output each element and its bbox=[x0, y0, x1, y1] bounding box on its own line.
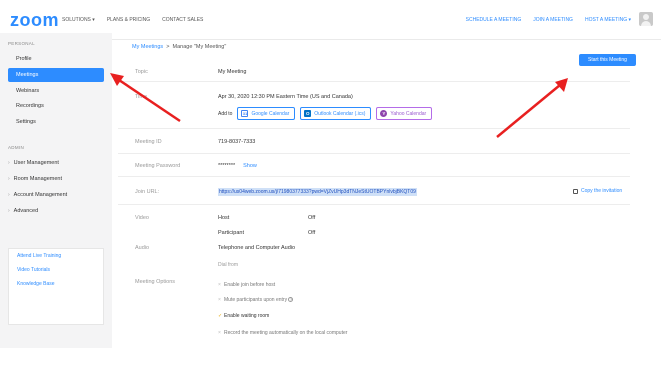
video-participant-value: Off bbox=[308, 230, 316, 236]
nav-contact-sales[interactable]: CONTACT SALES bbox=[162, 17, 203, 23]
add-to-label: Add to bbox=[218, 110, 233, 117]
start-meeting-button[interactable]: Start this Meeting bbox=[579, 54, 636, 66]
option-waiting-room: ✓ Enable waiting room bbox=[218, 313, 270, 319]
sidebar-help-links: Attend Live Training Video Tutorials Kno… bbox=[8, 248, 104, 325]
time-label: Time bbox=[135, 94, 148, 100]
chevron-right-icon: › bbox=[8, 208, 10, 214]
chevron-down-icon: ▾ bbox=[92, 17, 95, 23]
nav-join-meeting[interactable]: JOIN A MEETING bbox=[533, 17, 573, 23]
join-url-label: Join URL: bbox=[135, 189, 160, 195]
option-auto-record: × Record the meeting automatically on the… bbox=[218, 330, 348, 336]
password-label: Meeting Password bbox=[135, 163, 181, 169]
nav-host-meeting[interactable]: HOST A MEETING ▾ bbox=[585, 17, 631, 23]
yahoo-icon: Y bbox=[380, 110, 388, 117]
sidebar-item-room-management[interactable]: › Room Management bbox=[8, 176, 62, 182]
sidebar-item-account-management[interactable]: › Account Management bbox=[8, 192, 67, 198]
google-calendar-button[interactable]: 31 Google Calendar bbox=[237, 107, 296, 120]
meeting-options-label: Meeting Options bbox=[135, 279, 176, 285]
audio-value: Telephone and Computer Audio bbox=[218, 245, 296, 251]
time-value: Apr 30, 2020 12:30 PM Eastern Time (US a… bbox=[218, 94, 353, 100]
outlook-icon: O bbox=[304, 110, 312, 117]
top-nav-left: SOLUTIONS ▾ PLANS & PRICING CONTACT SALE… bbox=[62, 17, 203, 23]
audio-label: Audio bbox=[135, 245, 150, 251]
password-value: ******** Show bbox=[218, 163, 257, 169]
sidebar-item-user-management[interactable]: › User Management bbox=[8, 160, 59, 166]
chevron-right-icon: › bbox=[8, 192, 10, 198]
topic-label: Topic bbox=[135, 69, 148, 75]
link-attend-live-training[interactable]: Attend Live Training bbox=[17, 253, 61, 259]
copy-icon bbox=[573, 188, 578, 194]
sidebar-item-settings[interactable]: Settings bbox=[8, 115, 104, 129]
sidebar-section-personal: PERSONAL bbox=[8, 41, 35, 46]
sidebar: PERSONAL Profile Meetings Webinars Recor… bbox=[0, 33, 112, 348]
google-calendar-icon: 31 bbox=[241, 110, 249, 117]
sidebar-item-recordings[interactable]: Recordings bbox=[8, 99, 104, 113]
breadcrumb-separator: > bbox=[166, 44, 170, 50]
link-video-tutorials[interactable]: Video Tutorials bbox=[17, 267, 50, 273]
breadcrumb: My Meetings > Manage "My Meeting" bbox=[132, 44, 226, 50]
nav-schedule-meeting[interactable]: SCHEDULE A MEETING bbox=[466, 17, 522, 23]
meeting-details: My Meetings > Manage "My Meeting" Start … bbox=[118, 33, 638, 348]
chevron-down-icon: ▾ bbox=[628, 17, 631, 23]
video-host-label: Host bbox=[218, 215, 230, 221]
nav-solutions[interactable]: SOLUTIONS ▾ bbox=[62, 17, 95, 23]
nav-plans-pricing[interactable]: PLANS & PRICING bbox=[107, 17, 150, 23]
meeting-id-label: Meeting ID bbox=[135, 139, 162, 145]
video-label: Video bbox=[135, 215, 149, 221]
join-url-value[interactable]: https://us04web.zoom.us/j/71980377333?pw… bbox=[218, 188, 417, 196]
sidebar-item-advanced[interactable]: › Advanced bbox=[8, 208, 38, 214]
breadcrumb-current: Manage "My Meeting" bbox=[172, 44, 227, 50]
show-password-link[interactable]: Show bbox=[243, 163, 257, 169]
breadcrumb-my-meetings[interactable]: My Meetings bbox=[132, 44, 163, 50]
dial-from-text: Dial from bbox=[218, 262, 239, 268]
copy-invitation-button[interactable]: Copy the invitation bbox=[573, 188, 622, 194]
sidebar-item-profile[interactable]: Profile bbox=[8, 52, 104, 66]
chevron-right-icon: › bbox=[8, 160, 10, 166]
topic-value: My Meeting bbox=[218, 69, 247, 75]
sidebar-item-meetings[interactable]: Meetings bbox=[8, 68, 104, 82]
meeting-id-value: 719-8037-7333 bbox=[218, 139, 256, 145]
sidebar-section-admin: ADMIN bbox=[8, 145, 24, 150]
option-mute-on-entry: × Mute participants upon entry ? bbox=[218, 297, 294, 303]
yahoo-calendar-button[interactable]: Y Yahoo Calendar bbox=[376, 107, 433, 120]
video-host-value: Off bbox=[308, 215, 316, 221]
top-nav-right: SCHEDULE A MEETING JOIN A MEETING HOST A… bbox=[466, 17, 631, 23]
info-icon[interactable]: ? bbox=[288, 297, 294, 303]
outlook-calendar-button[interactable]: O Outlook Calendar (.ics) bbox=[300, 107, 372, 120]
zoom-logo[interactable]: zoom bbox=[10, 10, 59, 31]
sidebar-item-webinars[interactable]: Webinars bbox=[8, 84, 104, 98]
video-participant-label: Participant bbox=[218, 230, 244, 236]
chevron-right-icon: › bbox=[8, 176, 10, 182]
link-knowledge-base[interactable]: Knowledge Base bbox=[17, 281, 55, 287]
option-join-before-host: × Enable join before host bbox=[218, 282, 276, 288]
add-to-calendar: Add to 31 Google Calendar O Outlook Calend… bbox=[218, 107, 433, 120]
user-avatar-icon[interactable] bbox=[639, 12, 653, 26]
